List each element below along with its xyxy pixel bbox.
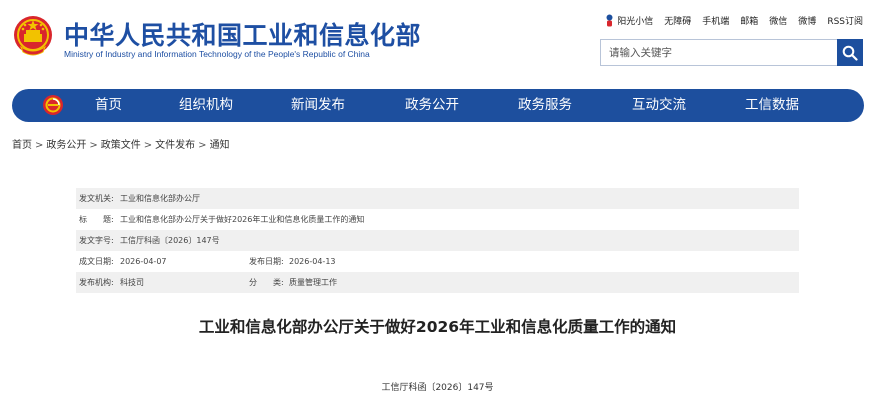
breadcrumb-policy-docs[interactable]: 政策文件 — [101, 140, 141, 151]
top-link-sunshine[interactable]: 阳光小信 — [605, 14, 653, 27]
top-links: 阳光小信 无障碍 手机端 邮箱 微信 微博 RSS订阅 — [594, 14, 863, 27]
category-value: 质量管理工作 — [289, 278, 337, 287]
top-link-weibo[interactable]: 微博 — [798, 14, 816, 27]
nav-item-news[interactable]: 新闻发布 — [291, 89, 345, 122]
nav-item-home[interactable]: 首页 — [95, 89, 122, 122]
national-emblem-logo[interactable] — [12, 14, 54, 58]
top-link-label: 阳光小信 — [617, 17, 654, 27]
article-title: 工业和信息化部办公厅关于做好2026年工业和信息化质量工作的通知 — [198, 318, 677, 336]
org-value: 科技司 — [120, 278, 144, 287]
mascot-icon — [606, 14, 613, 27]
nav-item-data[interactable]: 工信数据 — [745, 89, 799, 122]
breadcrumb-separator: > — [89, 140, 98, 151]
breadcrumb-separator: > — [143, 140, 153, 151]
article-doc-number: 工信厅科函〔2026〕147号 — [381, 383, 494, 393]
info-row-dates: 成文日期: 2026-04-07 发布日期: 2026-04-13 — [76, 251, 799, 272]
nav-item-organization[interactable]: 组织机构 — [179, 89, 233, 122]
published-date-label: 发布日期: — [249, 257, 284, 266]
issuer-label: 发文机关: — [79, 194, 114, 203]
top-link-mobile[interactable]: 手机端 — [702, 14, 729, 27]
published-date-value: 2026-04-13 — [289, 257, 336, 266]
top-link-accessibility[interactable]: 无障碍 — [664, 14, 691, 27]
main-nav: 首页 组织机构 新闻发布 政务公开 政务服务 互动交流 工信数据 — [12, 89, 864, 122]
breadcrumb-gov-affairs[interactable]: 政务公开 — [46, 140, 86, 151]
search-icon — [842, 45, 858, 61]
org-label: 发布机构: — [79, 278, 114, 287]
doc-no-label: 发文字号: — [79, 236, 114, 245]
written-date-value: 2026-04-07 — [120, 257, 167, 266]
top-link-wechat[interactable]: 微信 — [769, 14, 787, 27]
document-info-table: 发文机关: 工业和信息化部办公厅 标 题: 工业和信息化部办公厅关于做好2026… — [76, 188, 799, 293]
breadcrumb-doc-release[interactable]: 文件发布 — [155, 140, 195, 151]
info-row-org: 发布机构: 科技司 分 类: 质量管理工作 — [76, 272, 799, 293]
top-link-rss[interactable]: RSS订阅 — [827, 14, 863, 27]
info-row-title: 标 题: 工业和信息化部办公厅关于做好2026年工业和信息化质量工作的通知 — [76, 209, 799, 230]
breadcrumb-separator: > — [35, 140, 44, 151]
nav-item-interaction[interactable]: 互动交流 — [632, 89, 686, 122]
search-box — [600, 39, 863, 66]
doc-no-value: 工信厅科函〔2026〕147号 — [120, 236, 220, 245]
breadcrumb-home[interactable]: 首页 — [12, 140, 32, 151]
nav-item-gov-services[interactable]: 政务服务 — [518, 89, 572, 122]
info-row-doc-no: 发文字号: 工信厅科函〔2026〕147号 — [76, 230, 799, 251]
top-link-mail[interactable]: 邮箱 — [740, 14, 758, 27]
breadcrumb-separator: > — [198, 140, 207, 151]
miit-logo-icon[interactable] — [42, 94, 64, 116]
title-label: 标 题: — [79, 215, 114, 224]
search-button[interactable] — [837, 39, 863, 66]
category-label: 分 类: — [249, 278, 284, 287]
site-subtitle: Ministry of Industry and Information Tec… — [64, 49, 370, 59]
written-date-label: 成文日期: — [79, 257, 114, 266]
nav-item-gov-affairs[interactable]: 政务公开 — [405, 89, 459, 122]
title-value: 工业和信息化部办公厅关于做好2026年工业和信息化质量工作的通知 — [120, 215, 365, 224]
site-title[interactable]: 中华人民共和国工业和信息化部 — [64, 16, 421, 52]
info-row-issuer: 发文机关: 工业和信息化部办公厅 — [76, 188, 799, 209]
search-input[interactable] — [600, 39, 837, 66]
issuer-value: 工业和信息化部办公厅 — [120, 194, 200, 203]
breadcrumb: 首页 > 政务公开 > 政策文件 > 文件发布 > 通知 — [12, 136, 230, 151]
breadcrumb-notice[interactable]: 通知 — [210, 140, 230, 151]
